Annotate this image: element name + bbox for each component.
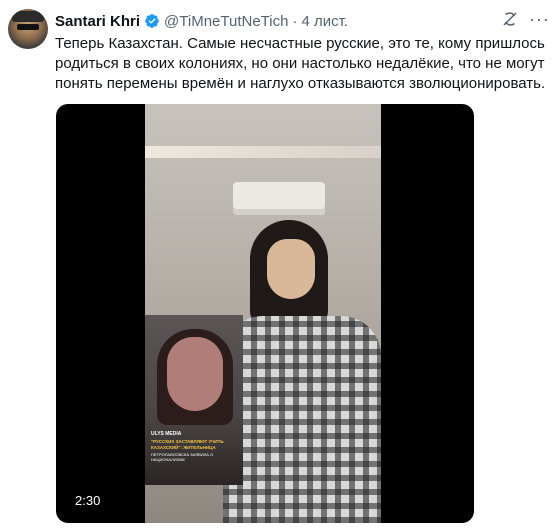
inset-caption: ULYS MEDIA "РУССКИХ ЗАСТАВЛЯЮТ УЧИТЬ КАЗ… [151, 431, 239, 462]
author-name[interactable]: Santari Khri [55, 13, 140, 30]
avatar-cap [12, 11, 44, 22]
video-air-conditioner [233, 182, 325, 215]
tweet-header: Santari Khri @TiMneTutNeTich · 4 лист. [55, 11, 348, 31]
video-duration-badge: 2:30 [70, 491, 106, 510]
avatar-glasses [17, 24, 39, 30]
tweet-text: Теперь Казахстан. Самые несчастные русск… [55, 35, 546, 92]
video-player[interactable]: ULYS MEDIA "РУССКИХ ЗАСТАВЛЯЮТ УЧИТЬ КАЗ… [56, 104, 474, 523]
tweet-actions-top: ··· [501, 10, 550, 28]
verified-badge-icon[interactable] [144, 13, 160, 29]
video-ceiling [145, 146, 381, 158]
video-inset-clip: ULYS MEDIA "РУССКИХ ЗАСТАВЛЯЮТ УЧИТЬ КАЗ… [145, 315, 243, 485]
video-person-face [267, 239, 315, 299]
more-icon[interactable]: ··· [529, 10, 550, 28]
inset-brand: ULYS MEDIA [151, 431, 182, 437]
avatar[interactable] [8, 9, 48, 49]
tweet[interactable]: Santari Khri @TiMneTutNeTich · 4 лист. ·… [0, 0, 560, 530]
grok-icon[interactable] [501, 10, 519, 28]
author-handle[interactable]: @TiMneTutNeTich [164, 13, 288, 30]
inset-headline: "РУССКИХ ЗАСТАВЛЯЮТ УЧИТЬ КАЗАХСКИЙ": ЖИ… [151, 439, 224, 450]
inset-person-face [167, 337, 223, 411]
tweet-date[interactable]: 4 лист. [301, 13, 348, 30]
inset-subline: ПЕТРОПАВЛОВСКА ЗАЯВИЛА О НАЦИОНАЛИЗМЕ [151, 452, 214, 462]
video-person-shirt [223, 316, 381, 523]
header-separator: · [292, 12, 298, 30]
